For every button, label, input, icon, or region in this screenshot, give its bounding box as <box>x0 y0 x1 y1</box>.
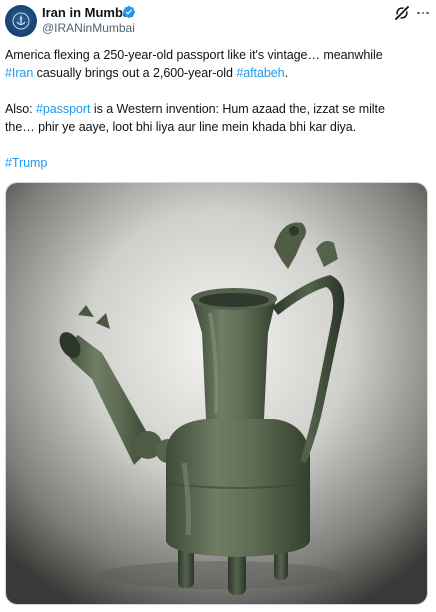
emblem-avatar-icon[interactable] <box>5 5 37 37</box>
author-handle[interactable]: @IRANinMumbai <box>42 21 135 36</box>
tweet-line-2-end: . <box>284 66 289 80</box>
tweet-line-1: America flexing a 250-year-old passport … <box>5 48 383 62</box>
tweet-line-3-end: is a Western invention: Hum azaad the, i… <box>90 102 385 116</box>
hashtag-passport[interactable]: #passport <box>36 102 91 116</box>
ancient-bronze-ewer-image <box>6 183 427 604</box>
tweet-line-3-start: Also: <box>5 102 36 116</box>
author-display-name[interactable]: Iran in Mumbai <box>42 5 134 20</box>
hashtag-trump[interactable]: #Trump <box>5 156 47 170</box>
tweet-line-2-text: casually brings out a 2,600-year-old <box>33 66 237 80</box>
more-options-icon[interactable] <box>414 4 432 22</box>
grok-icon[interactable] <box>393 4 411 22</box>
tweet-line-2: #Iran casually brings out a 2,600-year-o… <box>5 64 429 82</box>
tweet-header: Iran in Mumbai @IRANinMumbai <box>0 0 436 44</box>
hashtag-aftabeh[interactable]: #aftabeh <box>236 66 284 80</box>
tweet-media-image[interactable] <box>5 182 428 605</box>
hashtag-iran[interactable]: #Iran <box>5 66 33 80</box>
verified-badge-icon <box>123 6 135 18</box>
tweet-text: America flexing a 250-year-old passport … <box>5 46 429 172</box>
tweet-line-5: #Trump <box>5 154 429 172</box>
tweet-line-3: Also: #passport is a Western invention: … <box>5 100 429 118</box>
tweet-line-4: the… phir ye aaye, loot bhi liya aur lin… <box>5 120 357 134</box>
